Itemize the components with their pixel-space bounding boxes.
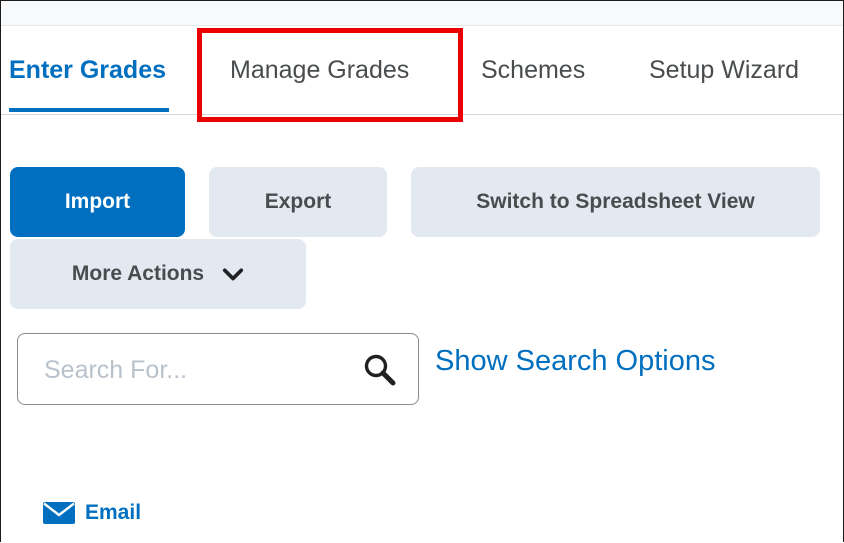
envelope-icon [43,502,75,524]
tab-schemes[interactable]: Schemes [481,56,585,85]
chevron-down-icon [223,268,244,281]
export-button-label: Export [264,190,332,213]
tab-enter-grades[interactable]: Enter Grades [9,56,166,85]
search-input[interactable] [42,348,346,392]
email-button[interactable]: Email [43,501,141,525]
switch-spreadsheet-view-button[interactable]: Switch to Spreadsheet View [411,167,820,237]
switch-spreadsheet-view-label: Switch to Spreadsheet View [476,190,755,213]
import-button[interactable]: Import [10,167,185,237]
top-strip [1,1,843,26]
email-label: Email [85,501,142,524]
show-search-options-link[interactable]: Show Search Options [435,345,715,378]
more-actions-button[interactable]: More Actions [10,239,306,309]
more-actions-label: More Actions [71,262,205,285]
import-button-label: Import [64,190,131,213]
tab-setup-wizard[interactable]: Setup Wizard [649,56,799,85]
search-icon[interactable] [362,352,398,388]
active-tab-indicator [9,108,169,112]
grades-tab-bar: Enter Grades Manage Grades Schemes Setup… [1,26,843,115]
tab-manage-grades[interactable]: Manage Grades [230,56,409,85]
grades-page: Enter Grades Manage Grades Schemes Setup… [0,0,844,542]
export-button[interactable]: Export [209,167,387,237]
search-box [17,333,419,405]
